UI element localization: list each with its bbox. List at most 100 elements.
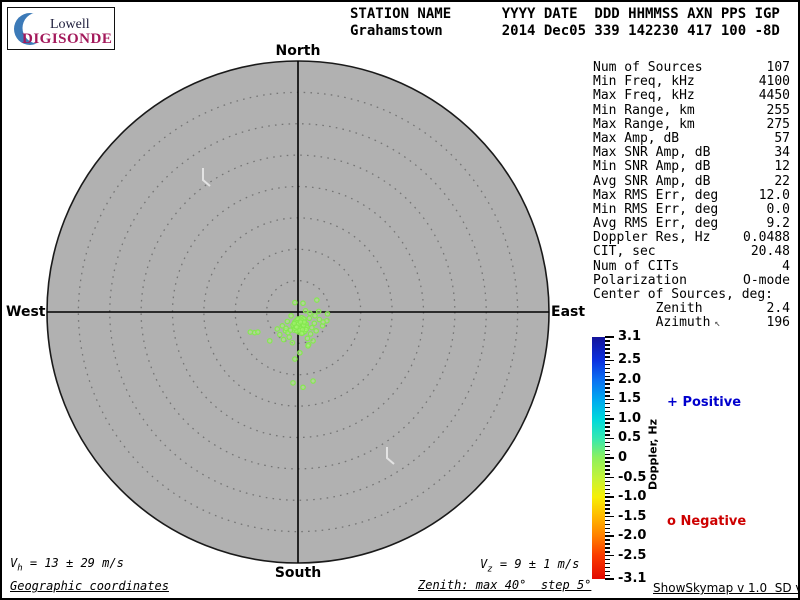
colorbar-minor-tick bbox=[605, 508, 610, 510]
colorbar-minor-tick bbox=[605, 512, 610, 514]
stat-label: Avg SNR Amp, dB bbox=[593, 173, 711, 189]
echo-source-dot bbox=[305, 343, 311, 349]
stat-row: Num of CITs 4 bbox=[593, 259, 790, 274]
colorbar-minor-tick bbox=[605, 367, 610, 370]
colorbar-axis-title: Doppler, Hz bbox=[646, 418, 660, 491]
coordinate-system-label: Geographic coordinates bbox=[10, 579, 169, 593]
echo-source-dot bbox=[255, 329, 261, 335]
colorbar-minor-tick bbox=[605, 547, 610, 549]
echo-source-dot bbox=[300, 384, 306, 391]
colorbar-major-tick bbox=[605, 437, 614, 440]
echo-source-dot bbox=[304, 335, 311, 342]
echo-source-dot bbox=[320, 319, 326, 325]
echo-source-dot bbox=[309, 324, 315, 331]
stat-label: Max RMS Err, deg bbox=[593, 187, 719, 203]
colorbar-minor-tick bbox=[605, 453, 610, 456]
echo-source-dot bbox=[310, 338, 316, 344]
echo-source-dot bbox=[314, 297, 320, 303]
stat-row: Min Range, km 255 bbox=[593, 102, 790, 118]
legend-positive: + Positive bbox=[667, 395, 741, 410]
echo-source-dot bbox=[315, 308, 322, 315]
colorbar-minor-tick bbox=[605, 539, 610, 541]
colorbar-tick-label: 2.5 bbox=[618, 352, 642, 368]
stat-label: Center of Sources, deg: bbox=[593, 287, 774, 302]
stat-row: Max Range, km 275 bbox=[593, 116, 790, 132]
stat-value: 107 bbox=[766, 60, 790, 75]
echo-source-dot bbox=[292, 299, 298, 306]
echo-source-dot bbox=[307, 310, 313, 317]
colorbar-major-tick bbox=[605, 336, 614, 338]
stat-row: Max RMS Err, deg 12.0 bbox=[593, 187, 790, 203]
stat-value: 275 bbox=[766, 116, 790, 132]
compass-label-south: South bbox=[274, 565, 322, 581]
colorbar-minor-tick bbox=[605, 492, 610, 495]
legend-positive-label: Positive bbox=[682, 395, 742, 410]
colorbar-minor-tick bbox=[605, 414, 610, 417]
echo-source-dot bbox=[284, 318, 291, 325]
colorbar-minor-tick bbox=[605, 562, 610, 565]
stat-value: 196 bbox=[766, 315, 790, 331]
echo-source-dot bbox=[274, 326, 281, 332]
legend-negative: o Negative bbox=[667, 514, 746, 529]
stat-label: Max Range, km bbox=[593, 116, 695, 132]
colorbar-major-tick bbox=[605, 515, 614, 518]
colorbar-tick-label: -2.5 bbox=[618, 547, 647, 563]
colorbar-minor-tick bbox=[605, 484, 610, 487]
colorbar-minor-tick bbox=[605, 371, 610, 374]
stat-row: Min Freq, kHz 4100 bbox=[593, 74, 790, 90]
plus-marker-icon: + bbox=[667, 395, 678, 410]
colorbar-minor-tick bbox=[605, 488, 610, 491]
stat-value: 255 bbox=[766, 102, 790, 118]
echo-source-dot bbox=[297, 319, 304, 325]
stats-panel: Num of Sources 107 Min Freq, kHz 4100 Max Fr… bbox=[593, 60, 790, 331]
colorbar-minor-tick bbox=[605, 465, 610, 467]
stat-value: 0.0488 bbox=[743, 230, 790, 246]
compass-label-east: East bbox=[551, 304, 586, 320]
colorbar-minor-tick bbox=[605, 527, 610, 530]
echo-source-dot bbox=[280, 336, 287, 343]
horizontal-velocity-readout: Vh = 13 ± 29 m/s bbox=[10, 556, 124, 573]
stat-label: Min RMS Err, deg bbox=[593, 201, 719, 217]
echo-source-dot bbox=[266, 338, 273, 344]
colorbar-minor-tick bbox=[605, 395, 610, 397]
stat-label: Min Freq, kHz bbox=[593, 74, 695, 90]
stat-value: 20.48 bbox=[750, 244, 790, 260]
stat-value: 12 bbox=[774, 159, 790, 175]
vertical-velocity-readout: Vz = 9 ± 1 m/s bbox=[480, 557, 579, 574]
colorbar-minor-tick bbox=[605, 574, 610, 577]
echo-source-dot bbox=[286, 334, 293, 340]
stat-label: CIT, sec bbox=[593, 244, 656, 260]
colorbar-minor-tick bbox=[605, 375, 610, 378]
colorbar-minor-tick bbox=[605, 480, 610, 483]
colorbar-minor-tick bbox=[605, 422, 610, 424]
vh-value: = 13 ± 29 m/s bbox=[22, 556, 124, 570]
stat-label: Polarization bbox=[593, 272, 687, 288]
circle-marker-icon: o bbox=[667, 514, 676, 529]
stat-row: Avg SNR Amp, dB 22 bbox=[593, 173, 790, 189]
echo-source-dot bbox=[298, 330, 305, 337]
colorbar-minor-tick bbox=[605, 434, 610, 436]
colorbar-major-tick bbox=[605, 398, 614, 401]
echo-source-dot bbox=[247, 329, 254, 335]
colorbar-major-tick bbox=[605, 379, 614, 381]
colorbar-minor-tick bbox=[605, 566, 610, 569]
echo-source-dot bbox=[283, 325, 289, 332]
colorbar-minor-tick bbox=[605, 461, 610, 463]
zenith-scale-label: Zenith: max 40° step 5° bbox=[418, 578, 592, 592]
colorbar-tick-label: 1.5 bbox=[618, 391, 642, 407]
colorbar-minor-tick bbox=[605, 430, 610, 432]
stat-row: CIT, sec 20.48 bbox=[593, 245, 790, 259]
colorbar-major-tick bbox=[605, 418, 614, 420]
stat-label: Max Freq, kHz bbox=[593, 88, 695, 104]
echo-source-dot bbox=[313, 328, 319, 334]
stat-label: Azimuth ↖ bbox=[593, 315, 721, 331]
doppler-colorbar bbox=[592, 337, 605, 579]
echo-source-dot bbox=[324, 311, 331, 317]
colorbar-tick-label: -2.0 bbox=[618, 528, 647, 544]
colorbar-minor-tick bbox=[605, 570, 610, 573]
echo-source-dot bbox=[293, 324, 300, 330]
colorbar-minor-tick bbox=[605, 352, 610, 354]
stat-label: Avg RMS Err, deg bbox=[593, 216, 719, 232]
echo-source-dot bbox=[290, 380, 296, 386]
compass-label-north: North bbox=[275, 43, 321, 59]
